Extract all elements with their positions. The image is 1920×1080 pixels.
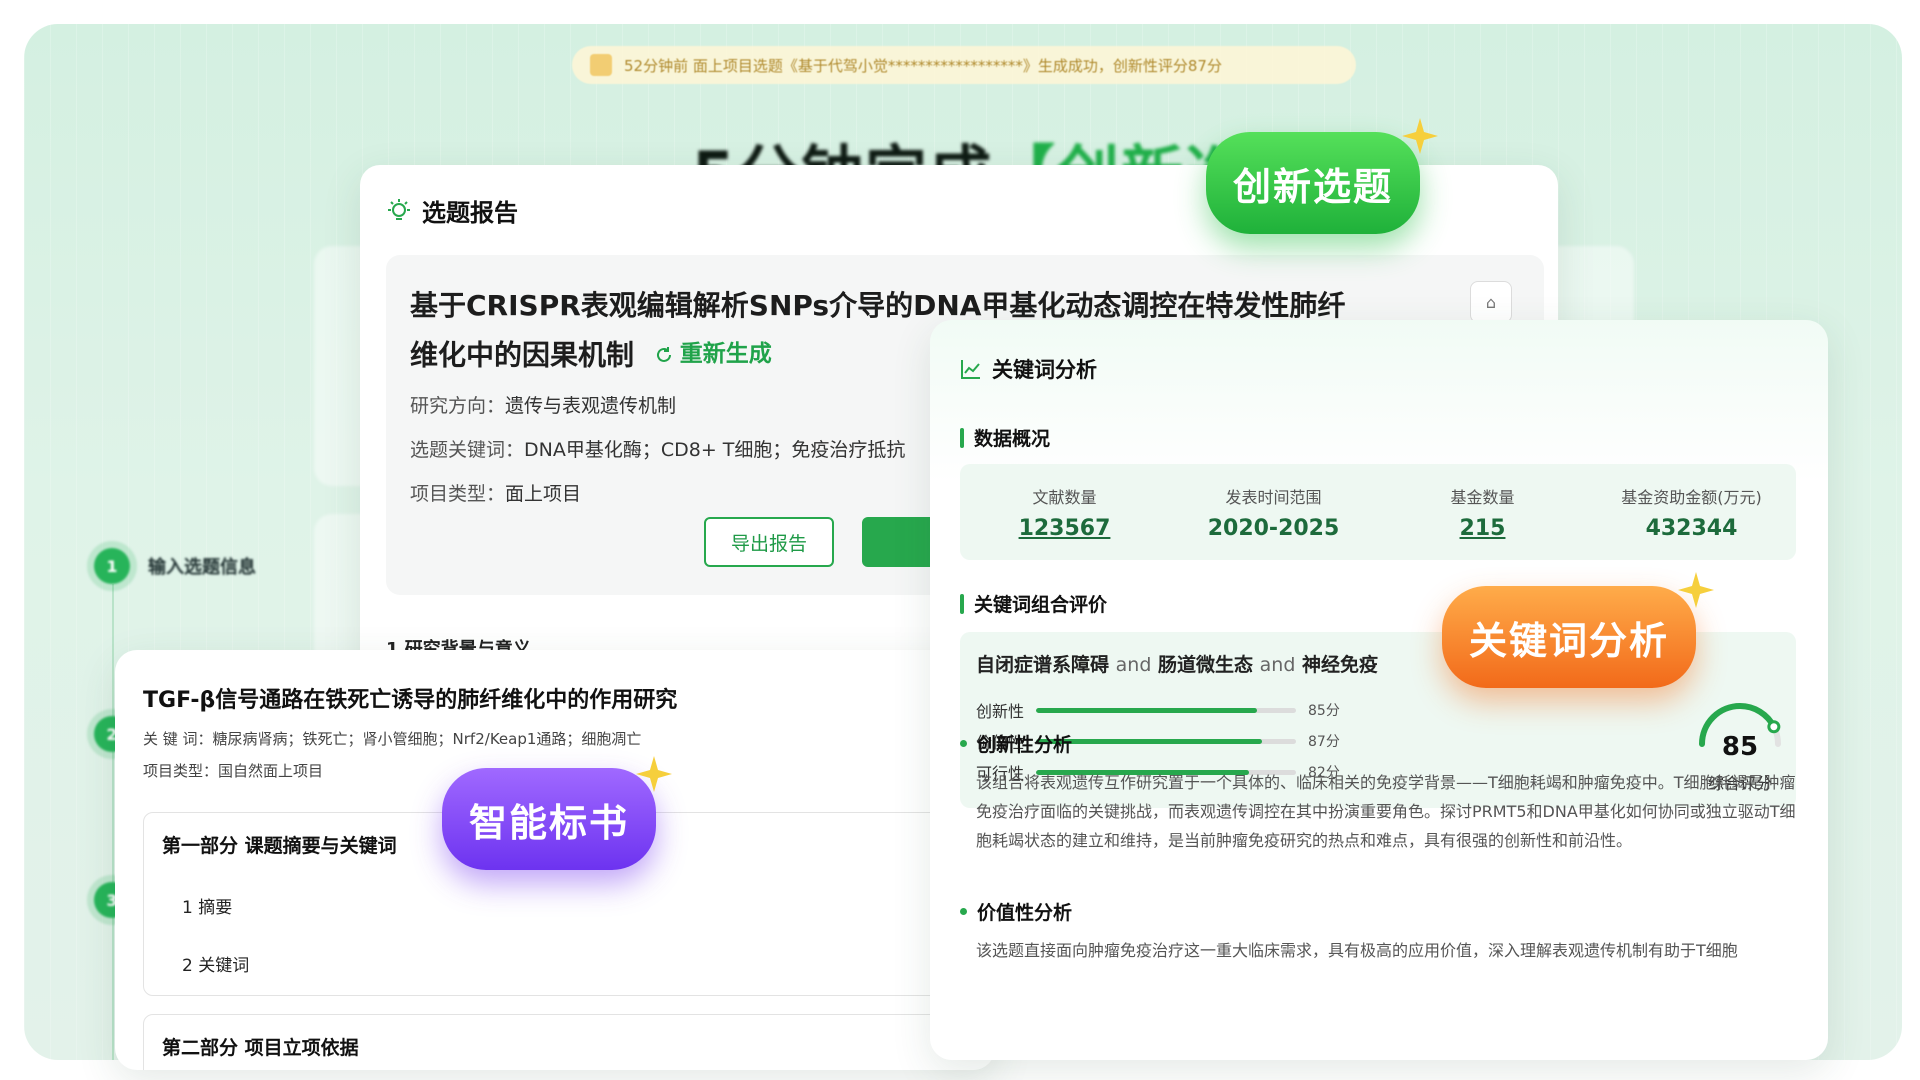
outline-part-2[interactable]: 第二部分 项目立项依据 xyxy=(143,1014,995,1070)
stat-papers: 文献数量 123567 xyxy=(960,464,1169,560)
keyword-1: 自闭症谱系障碍 xyxy=(976,654,1110,676)
heading-accent-bar xyxy=(960,427,964,448)
stat-funds: 基金数量 215 xyxy=(1378,464,1587,560)
value-analysis-text: 该选题直接面向肿瘤免疫治疗这一重大临床需求，具有极高的应用价值，深入理解表观遗传… xyxy=(976,941,1738,960)
export-report-button[interactable]: 导出报告 xyxy=(704,517,834,567)
stat-value: 2020-2025 xyxy=(1207,515,1340,541)
keyword-analysis-title: 关键词分析 xyxy=(992,358,1097,382)
overall-score: 85 xyxy=(1721,732,1759,762)
outline-item[interactable]: 2 关键词 xyxy=(182,951,249,976)
score-value: 87分 xyxy=(1308,734,1340,750)
sparkle-icon xyxy=(1678,572,1714,608)
project-type: 项目类型：面上项目 xyxy=(410,479,581,506)
stat-value: 432344 xyxy=(1645,515,1738,541)
outline-item[interactable]: 1 摘要 xyxy=(182,893,232,918)
type-label: 项目类型： xyxy=(410,483,506,505)
regenerate-label: 重新生成 xyxy=(679,341,772,367)
direction-label: 研究方向： xyxy=(410,395,506,417)
keyword-analysis-header: 关键词分析 xyxy=(960,354,1097,384)
step-1: 1 输入选题信息 xyxy=(94,548,256,584)
regenerate-button[interactable]: 重新生成 xyxy=(654,330,772,379)
stat-value-link[interactable]: 215 xyxy=(1460,516,1506,541)
score-value: 85分 xyxy=(1308,703,1340,719)
score-label: 创新性 xyxy=(976,702,1025,721)
heading-accent-bar xyxy=(960,593,964,614)
combo-evaluation-title: 关键词组合评价 xyxy=(974,594,1108,616)
outline-part-title: 第二部分 项目立项依据 xyxy=(162,1037,359,1059)
stat-label: 文献数量 xyxy=(1032,487,1097,507)
direction-value: 遗传与表观遗传机制 xyxy=(505,395,677,417)
gauge-indicator-dot xyxy=(1767,720,1781,734)
stat-fund-amount: 基金资助金额(万元) 432344 xyxy=(1587,464,1796,560)
sparkle-icon xyxy=(636,756,672,792)
proposal-type-value: 国自然面上项目 xyxy=(218,762,324,780)
research-direction: 研究方向：遗传与表观遗传机制 xyxy=(410,391,676,418)
keyword-analysis-badge: 关键词分析 xyxy=(1442,586,1696,688)
sparkle-icon xyxy=(1402,118,1438,154)
keywords-label: 选题关键词： xyxy=(410,439,525,461)
innovation-analysis-title: 创新性分析 xyxy=(977,734,1073,756)
value-analysis-title: 价值性分析 xyxy=(977,902,1073,924)
innovation-analysis-text: 该组合将表观遗传互作研究置于一个具体的、临床相关的免疫学背景——T细胞耗竭和肿瘤… xyxy=(976,773,1796,850)
innovation-analysis-heading: 创新性分析 xyxy=(960,730,1072,757)
type-value: 面上项目 xyxy=(505,483,582,505)
keywords-value: DNA甲基化酶；CD8+ T细胞；免疫治疗抵抗 xyxy=(524,439,906,461)
data-overview-title: 数据概况 xyxy=(974,428,1051,450)
bookmark-icon[interactable]: ⌂ xyxy=(1470,281,1512,323)
notice-text: 52分钟前 面上项目选题《基于代驾小觉******************》生成… xyxy=(624,56,1222,75)
proposal-keywords-label: 关 键 词： xyxy=(143,730,213,748)
topic-report-title: 选题报告 xyxy=(422,199,518,227)
score-track xyxy=(1036,738,1297,744)
proposal-type-label: 项目类型： xyxy=(143,762,219,780)
stat-label: 发表时间范围 xyxy=(1225,487,1322,507)
proposal-type: 项目类型：国自然面上项目 xyxy=(143,760,323,781)
data-overview-stats: 文献数量 123567 发表时间范围 2020-2025 基金数量 215 基金… xyxy=(960,464,1796,560)
score-fill xyxy=(1036,707,1258,713)
speaker-icon xyxy=(590,54,612,76)
step-label: 输入选题信息 xyxy=(148,557,256,578)
smart-proposal-badge: 智能标书 xyxy=(442,768,656,870)
proposal-title: TGF-β信号通路在铁死亡诱导的肺纤维化中的作用研究 xyxy=(143,688,678,713)
steps-connector xyxy=(112,584,114,1060)
stat-label: 基金数量 xyxy=(1450,487,1515,507)
bullet-dot xyxy=(960,740,967,747)
bullet-dot xyxy=(960,908,967,915)
data-overview-heading: 数据概况 xyxy=(960,424,1050,451)
topic-keywords: 选题关键词：DNA甲基化酶；CD8+ T细胞；免疫治疗抵抗 xyxy=(410,435,905,462)
and-operator: and xyxy=(1259,654,1296,676)
keyword-analysis-card: 关键词分析 数据概况 文献数量 123567 发表时间范围 2020-2025 … xyxy=(930,320,1828,1060)
stat-value-link[interactable]: 123567 xyxy=(1019,516,1111,541)
and-operator: and xyxy=(1115,654,1152,676)
step-number: 1 xyxy=(94,548,130,584)
keyword-3: 神经免疫 xyxy=(1302,654,1379,676)
keyword-2: 肠道微生态 xyxy=(1158,654,1254,676)
stat-label: 基金资助金额(万元) xyxy=(1621,487,1762,507)
score-track xyxy=(1036,707,1297,713)
proposal-keywords-value: 糖尿病肾病；铁死亡；肾小管细胞；Nrf2/Keap1通路；细胞凋亡 xyxy=(212,730,642,748)
outline-part-title: 第一部分 课题摘要与关键词 xyxy=(162,835,397,857)
score-innovation: 创新性 85分 xyxy=(976,698,1340,722)
topic-report-header: 选题报告 xyxy=(386,193,518,228)
innovation-topic-badge: 创新选题 xyxy=(1206,132,1420,234)
combo-evaluation-heading: 关键词组合评价 xyxy=(960,590,1107,617)
stat-date-range: 发表时间范围 2020-2025 xyxy=(1169,464,1378,560)
keyword-combination: 自闭症谱系障碍 and 肠道微生态 and 神经免疫 xyxy=(976,650,1378,677)
value-analysis-heading: 价值性分析 xyxy=(960,898,1072,925)
recent-activity-notice: 52分钟前 面上项目选题《基于代驾小觉******************》生成… xyxy=(572,46,1356,84)
proposal-keywords: 关 键 词：糖尿病肾病；铁死亡；肾小管细胞；Nrf2/Keap1通路；细胞凋亡 xyxy=(143,728,641,749)
line-chart-icon xyxy=(961,360,980,379)
refresh-icon xyxy=(656,346,671,362)
lightbulb-icon xyxy=(388,198,410,220)
